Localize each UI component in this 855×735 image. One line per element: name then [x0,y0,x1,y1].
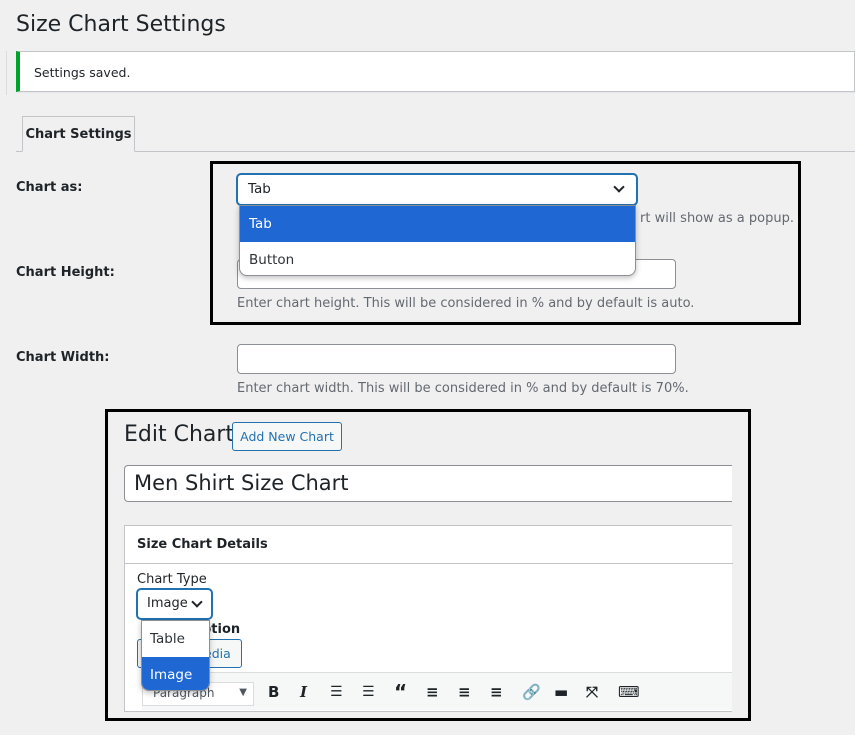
settings-saved-notice: Settings saved. [16,51,855,92]
chart-width-label: Chart Width: [16,350,110,365]
divider [6,51,7,95]
chart-width-input[interactable] [237,344,676,374]
chart-height-label: Chart Height: [16,265,115,280]
tabs-divider [16,151,855,152]
chart-as-label: Chart as: [16,180,83,195]
notice-text: Settings saved. [34,65,131,80]
highlight-frame-chart-as [210,161,801,325]
chart-width-description: Enter chart width. This will be consider… [237,381,689,396]
page-title: Size Chart Settings [16,12,226,37]
highlight-frame-edit-chart [105,409,751,721]
tab-chart-settings[interactable]: Chart Settings [22,116,135,152]
